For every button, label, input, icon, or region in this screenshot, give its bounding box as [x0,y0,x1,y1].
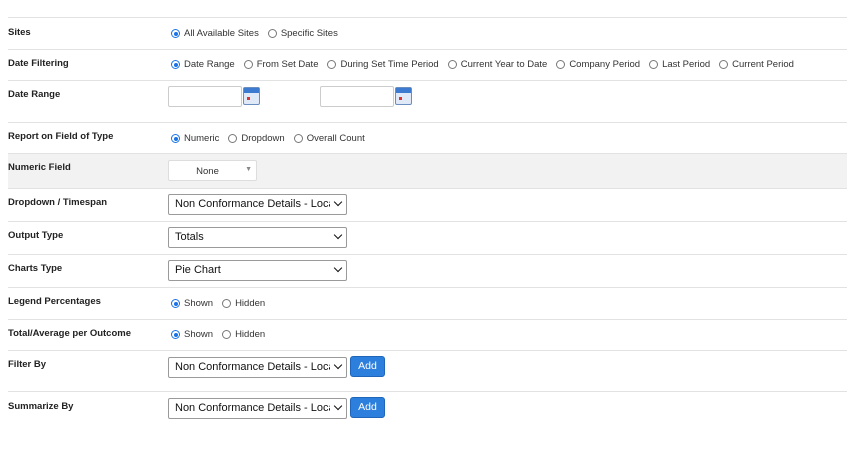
radio-dot[interactable] [293,134,303,143]
chevron-down-icon [333,360,343,370]
radio-dropdown[interactable]: Dropdown [228,133,285,144]
report-field-type-radio-group: Numeric Dropdown Overall Count [171,133,374,144]
dropdown-timespan-value: Non Conformance Details - Locat [175,198,330,210]
output-type-select[interactable]: Totals [168,227,347,248]
filter-by-label: Filter By [8,359,47,370]
radio-from-set-date[interactable]: From Set Date [243,59,318,70]
numeric-field-value: None [196,166,219,177]
calendar-icon[interactable] [243,87,260,105]
date-range-label: Date Range [8,89,61,100]
radio-last-period[interactable]: Last Period [649,59,710,70]
row-output-type [8,221,847,254]
sites-label: Sites [8,27,31,38]
filter-by-value: Non Conformance Details - Locat [175,361,330,373]
summarize-by-add-button[interactable]: Add [350,397,385,418]
row-charts-type [8,254,847,287]
dropdown-timespan-label: Dropdown / Timespan [8,197,108,208]
charts-type-label: Charts Type [8,263,63,274]
date-to-input[interactable] [320,86,394,107]
date-filtering-label: Date Filtering [8,58,69,69]
chevron-down-icon [333,401,343,411]
radio-current-period[interactable]: Current Period [719,59,794,70]
numeric-field-dropdown[interactable]: None ▼ [168,160,257,181]
radio-dot[interactable] [171,134,180,143]
radio-all-available-sites[interactable]: All Available Sites [171,28,259,39]
charts-type-value: Pie Chart [175,264,221,276]
radio-dot[interactable] [243,60,253,69]
radio-total-hidden[interactable]: Hidden [222,329,265,340]
radio-dot[interactable] [171,29,180,38]
radio-total-shown[interactable]: Shown [171,329,213,340]
date-from-group [168,86,260,107]
radio-dot[interactable] [267,29,277,38]
row-summarize-by [8,391,847,431]
row-dropdown-timespan [8,188,847,221]
chevron-down-icon [333,230,343,240]
filter-by-add-button[interactable]: Add [350,356,385,377]
row-filter-by [8,350,847,391]
total-average-radio-group: Shown Hidden [171,329,274,340]
radio-dot[interactable] [222,330,232,339]
calendar-icon[interactable] [395,87,412,105]
chevron-down-icon [333,263,343,273]
radio-dot[interactable] [171,330,180,339]
date-to-group [320,86,412,107]
date-from-input[interactable] [168,86,242,107]
sites-radio-group: All Available Sites Specific Sites [171,28,347,39]
row-sites [8,17,847,49]
radio-company-period[interactable]: Company Period [556,59,640,70]
radio-dot[interactable] [649,60,659,69]
radio-dot[interactable] [556,60,566,69]
summarize-by-label: Summarize By [8,401,74,412]
dropdown-timespan-select[interactable]: Non Conformance Details - Locat [168,194,347,215]
chevron-down-icon [333,197,343,207]
summarize-by-value: Non Conformance Details - Locat [175,402,330,414]
radio-dot[interactable] [228,134,238,143]
charts-type-select[interactable]: Pie Chart [168,260,347,281]
radio-dot[interactable] [171,299,180,308]
radio-specific-sites[interactable]: Specific Sites [267,28,338,39]
row-report-field-type [8,122,847,153]
legend-percentages-label: Legend Percentages [8,296,101,307]
radio-during-set-time-period[interactable]: During Set Time Period [327,59,439,70]
total-average-label: Total/Average per Outcome [8,328,132,339]
radio-current-year-to-date[interactable]: Current Year to Date [447,59,547,70]
row-date-range [8,80,847,122]
radio-dot[interactable] [171,60,180,69]
summarize-by-select[interactable]: Non Conformance Details - Locat [168,398,347,419]
filter-by-select[interactable]: Non Conformance Details - Locat [168,357,347,378]
output-type-label: Output Type [8,230,64,241]
radio-overall-count[interactable]: Overall Count [293,133,365,144]
radio-date-range[interactable]: Date Range [171,59,235,70]
radio-dot[interactable] [719,60,729,69]
radio-dot[interactable] [327,60,337,69]
radio-legend-shown[interactable]: Shown [171,298,213,309]
radio-numeric[interactable]: Numeric [171,133,219,144]
report-field-type-label: Report on Field of Type [8,131,114,142]
legend-percentages-radio-group: Shown Hidden [171,298,274,309]
date-filtering-radio-group: Date Range From Set Date During Set Time… [171,59,803,70]
radio-dot[interactable] [447,60,457,69]
row-total-average [8,319,847,350]
numeric-field-label: Numeric Field [8,162,71,173]
row-legend-percentages [8,287,847,319]
radio-legend-hidden[interactable]: Hidden [222,298,265,309]
output-type-value: Totals [175,231,204,243]
chevron-down-icon: ▼ [245,166,252,173]
radio-dot[interactable] [222,299,232,308]
row-numeric-field [8,153,847,188]
